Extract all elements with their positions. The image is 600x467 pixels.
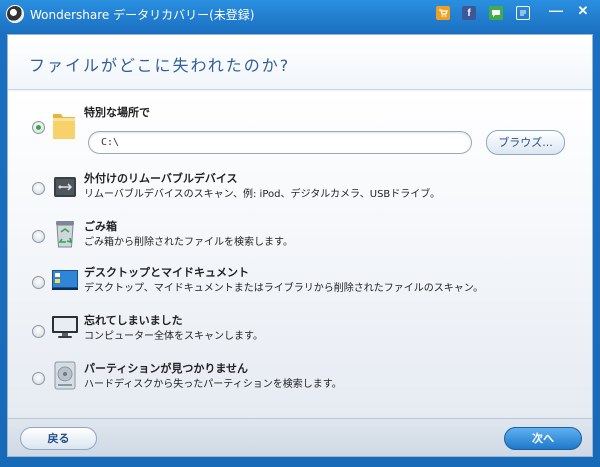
option-title: 外付けのリムーバブルデバイス (84, 172, 238, 185)
path-input[interactable]: C:\ (88, 131, 472, 154)
option-description: デスクトップ、マイドキュメントまたはライブラリから削除されたファイルのスキャン。 (84, 283, 484, 294)
radio-desktop-documents[interactable] (32, 276, 45, 289)
app-logo-icon (6, 5, 24, 23)
hard-disk-icon (51, 361, 79, 390)
browse-button[interactable]: ブラウズ... (486, 130, 565, 155)
option-whole-computer[interactable]: 忘れてしまいました コンピューター全体をスキャンします。 (8, 307, 592, 351)
main-panel: ファイルがどこに失われたのか? 特別な場所で C:\ ブラウズ... 外付けのリ… (7, 34, 593, 457)
close-button[interactable]: ✕ (576, 3, 590, 18)
option-desktop-documents[interactable]: デスクトップとマイドキュメント デスクトップ、マイドキュメントまたはライブラリか… (8, 259, 592, 303)
radio-specific-location[interactable] (32, 121, 45, 134)
window-title: Wondershare データリカバリー(未登録) (30, 8, 255, 22)
page-header: ファイルがどこに失われたのか? (8, 35, 592, 90)
option-description: コンピューター全体をスキャンします。 (84, 331, 263, 342)
app-window: Wondershare データリカバリー(未登録) f — ✕ ファイルがどこに… (0, 0, 600, 467)
option-removable-device[interactable]: 外付けのリムーバブルデバイス リムーバブルデバイスのスキャン、例: iPod、デ… (8, 167, 592, 211)
option-lost-partition[interactable]: パーティションが見つかりません ハードディスクから失ったパーティションを検索しま… (8, 355, 592, 399)
recycle-bin-icon (51, 219, 79, 248)
option-title: 特別な場所で (84, 106, 150, 119)
title-bar: Wondershare データリカバリー(未登録) f — ✕ (0, 0, 600, 28)
option-specific-location[interactable]: 特別な場所で C:\ ブラウズ... (8, 101, 592, 165)
options-area: 特別な場所で C:\ ブラウズ... 外付けのリムーバブルデバイス リムーバブル… (8, 91, 592, 418)
footer-bar: 戻る 次へ (8, 418, 592, 456)
desktop-icon (51, 267, 79, 295)
next-button[interactable]: 次へ (504, 427, 582, 450)
usb-drive-icon (51, 173, 79, 201)
option-title: パーティションが見つかりません (84, 362, 249, 375)
cart-icon[interactable] (436, 6, 450, 20)
computer-icon (51, 313, 79, 341)
folder-icon (51, 110, 79, 139)
option-description: ごみ箱から削除されたファイルを検索します。 (84, 237, 293, 248)
option-description: リムーバブルデバイスのスキャン、例: iPod、デジタルカメラ、USBドライブ。 (84, 189, 440, 200)
option-description: ハードディスクから失ったパーティションを検索します。 (84, 379, 342, 390)
radio-lost-partition[interactable] (32, 372, 45, 385)
radio-whole-computer[interactable] (32, 325, 45, 338)
register-icon[interactable] (516, 6, 530, 20)
option-title: 忘れてしまいました (84, 314, 183, 327)
option-title: デスクトップとマイドキュメント (84, 266, 249, 279)
radio-recycle-bin[interactable] (32, 230, 45, 243)
facebook-icon[interactable]: f (462, 6, 476, 20)
chat-icon[interactable] (489, 6, 503, 20)
back-button[interactable]: 戻る (20, 427, 97, 450)
minimize-button[interactable]: — (549, 2, 563, 18)
option-recycle-bin[interactable]: ごみ箱 ごみ箱から削除されたファイルを検索します。 (8, 213, 592, 257)
page-title: ファイルがどこに失われたのか? (29, 56, 291, 75)
option-title: ごみ箱 (84, 220, 117, 233)
radio-removable-device[interactable] (32, 182, 45, 195)
